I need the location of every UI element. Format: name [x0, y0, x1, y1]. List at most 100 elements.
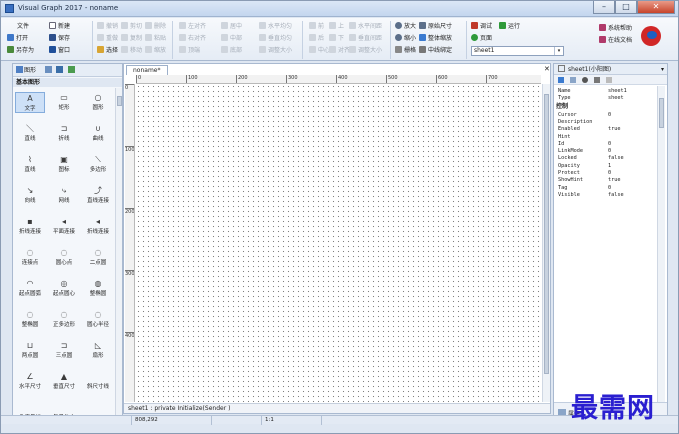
shape-tool-item[interactable]: ⤷ 网线 [49, 185, 79, 204]
run-button[interactable]: 运行 [499, 22, 520, 32]
center-bind-button[interactable]: 中线绑定 [419, 46, 452, 56]
align-left-button[interactable]: 左对齐 [179, 22, 206, 32]
property-value[interactable]: 0 [608, 170, 611, 177]
resize-button[interactable]: 调整大小 [259, 46, 292, 56]
property-category[interactable]: 控制 [556, 103, 658, 111]
shape-tool-item[interactable]: ∠ 水平尺寸 [15, 371, 45, 390]
property-value[interactable]: true [608, 126, 621, 133]
hspace-button[interactable]: 水平均匀 [259, 22, 292, 32]
tab-noname[interactable]: noname* [126, 65, 168, 75]
bring-front-button[interactable]: 前 [309, 22, 324, 32]
shape-tool-item[interactable]: ◍ 整椭圆 [83, 278, 113, 297]
shape-tool-item[interactable]: ○ 圆形 [83, 92, 113, 111]
property-value[interactable]: 0 [608, 112, 611, 119]
move-button[interactable]: 移动 [121, 46, 142, 56]
debug-button[interactable]: 调试 [471, 22, 492, 32]
shape-tool-item[interactable]: ⊔ 两点圆 [15, 340, 45, 359]
align-button[interactable]: 对齐 [329, 46, 350, 56]
tab-misc[interactable] [68, 66, 75, 75]
property-scrollbar[interactable] [657, 86, 665, 402]
hgap-button[interactable]: 水平间距 [349, 22, 382, 32]
window-button[interactable]: 窗口 [49, 46, 70, 56]
shape-tool-item[interactable]: A 文字 [15, 92, 45, 113]
folder-icon[interactable] [594, 77, 600, 83]
shape-tool-item[interactable]: ▲ 垂直尺寸 [49, 371, 79, 390]
shape-tool-item[interactable]: ⊐ 折线 [49, 123, 79, 142]
property-row[interactable]: Hint [556, 134, 658, 141]
file-button[interactable]: 文件 [17, 22, 29, 32]
send-back-button[interactable]: 后 [309, 34, 324, 44]
shape-tool-item[interactable]: 斜尺寸线 [83, 371, 113, 390]
property-row[interactable]: Cursor 0 [556, 112, 658, 119]
property-row[interactable]: Opacity 1 [556, 163, 658, 170]
align-bottom-button[interactable]: 底部 [221, 46, 242, 56]
undo-button[interactable]: 撤销 [97, 22, 118, 32]
shape-tool-item[interactable]: ◌ 正多边形 [49, 309, 79, 328]
save-button[interactable]: 保存 [49, 34, 70, 44]
minimize-button[interactable]: – [593, 1, 615, 14]
property-row[interactable]: Protect 0 [556, 170, 658, 177]
property-value[interactable]: 0 [608, 148, 611, 155]
page-button[interactable]: 页面 [471, 34, 492, 44]
maximize-button[interactable]: □ [615, 1, 637, 14]
property-value[interactable]: 0 [608, 185, 611, 192]
event-icon[interactable] [582, 77, 588, 83]
online-doc-button[interactable]: 在线文档 [599, 36, 632, 46]
property-row[interactable]: LinkMode 0 [556, 148, 658, 155]
shape-tool-item[interactable]: ◌ 圆心半径 [83, 309, 113, 328]
property-value[interactable]: true [608, 177, 621, 184]
align-right-button[interactable]: 右对齐 [179, 34, 206, 44]
chevron-down-icon[interactable]: ▾ [554, 47, 563, 55]
help-button[interactable]: 系统帮助 [599, 24, 632, 34]
open-button[interactable]: 打开 [7, 34, 28, 44]
filter-icon[interactable] [570, 77, 576, 83]
new-button[interactable]: 新建 [49, 22, 70, 32]
property-row[interactable]: Description [556, 119, 658, 126]
align-top-button[interactable]: 顶端 [179, 46, 200, 56]
move-up-button[interactable]: 上 [329, 22, 344, 32]
shape-tool-item[interactable]: ▭ 矩形 [49, 92, 79, 111]
property-value[interactable]: sheet1 [608, 88, 627, 95]
property-row[interactable]: Tag 0 [556, 185, 658, 192]
tab-shapes[interactable]: 图形 [16, 66, 36, 75]
cut-button[interactable]: 剪切 [121, 22, 142, 32]
property-row[interactable]: Enabled true [556, 126, 658, 133]
property-value[interactable]: sheet [608, 95, 624, 102]
original-size-button[interactable]: 原始尺寸 [419, 22, 452, 32]
delete-button[interactable]: 删除 [145, 22, 166, 32]
close-button[interactable]: ✕ [637, 1, 675, 14]
align-center-button[interactable]: 居中 [221, 22, 242, 32]
shape-tool-item[interactable]: ∪ 曲线 [83, 123, 113, 142]
property-value[interactable]: false [608, 192, 624, 199]
shape-tool-item[interactable]: ◺ 扇形 [83, 340, 113, 359]
property-scrollbar-thumb[interactable] [659, 98, 664, 128]
shape-tool-item[interactable]: ◂ 平面连接 [49, 216, 79, 235]
shape-tool-item[interactable]: ⊐ 三点圆 [49, 340, 79, 359]
center-button[interactable]: 中心 [309, 46, 330, 56]
grid-button[interactable]: 栅格 [395, 46, 416, 56]
shape-tool-item[interactable]: ⟍ 多边形 [83, 154, 113, 173]
shape-tool-item[interactable]: ◌ 二点圆 [83, 247, 113, 266]
shape-tool-item[interactable]: ◂ 折线连接 [83, 216, 113, 235]
shape-panel-scrollbar[interactable] [115, 88, 122, 422]
move-down-button[interactable]: 下 [329, 34, 344, 44]
select-button[interactable]: 选择 [97, 46, 118, 56]
redo-button[interactable]: 重做 [97, 34, 118, 44]
paste-button[interactable]: 粘贴 [145, 34, 166, 44]
vspace-button[interactable]: 垂直均匀 [259, 34, 292, 44]
scrollbar-thumb[interactable] [117, 96, 122, 106]
property-value[interactable]: false [608, 155, 624, 162]
property-row[interactable]: Name sheet1 [556, 88, 658, 95]
shape-tool-item[interactable]: ↘ 向线 [15, 185, 45, 204]
save-as-button[interactable]: 另存为 [7, 46, 34, 56]
property-row[interactable]: Visible false [556, 192, 658, 199]
canvas-scrollbar-thumb[interactable] [544, 94, 549, 374]
delete-icon[interactable] [606, 77, 612, 83]
zoom-button[interactable]: 缩放 [145, 46, 166, 56]
shape-tool-item[interactable]: ◎ 起点圆心 [49, 278, 79, 297]
property-row[interactable]: Type sheet [556, 95, 658, 102]
shape-tool-item[interactable]: ◌ 圆心点 [49, 247, 79, 266]
fit-all-button[interactable]: 整体缩放 [419, 34, 452, 44]
property-row[interactable]: ShowHint true [556, 177, 658, 184]
shape-tool-item[interactable]: ＼ 直线 [15, 123, 45, 142]
